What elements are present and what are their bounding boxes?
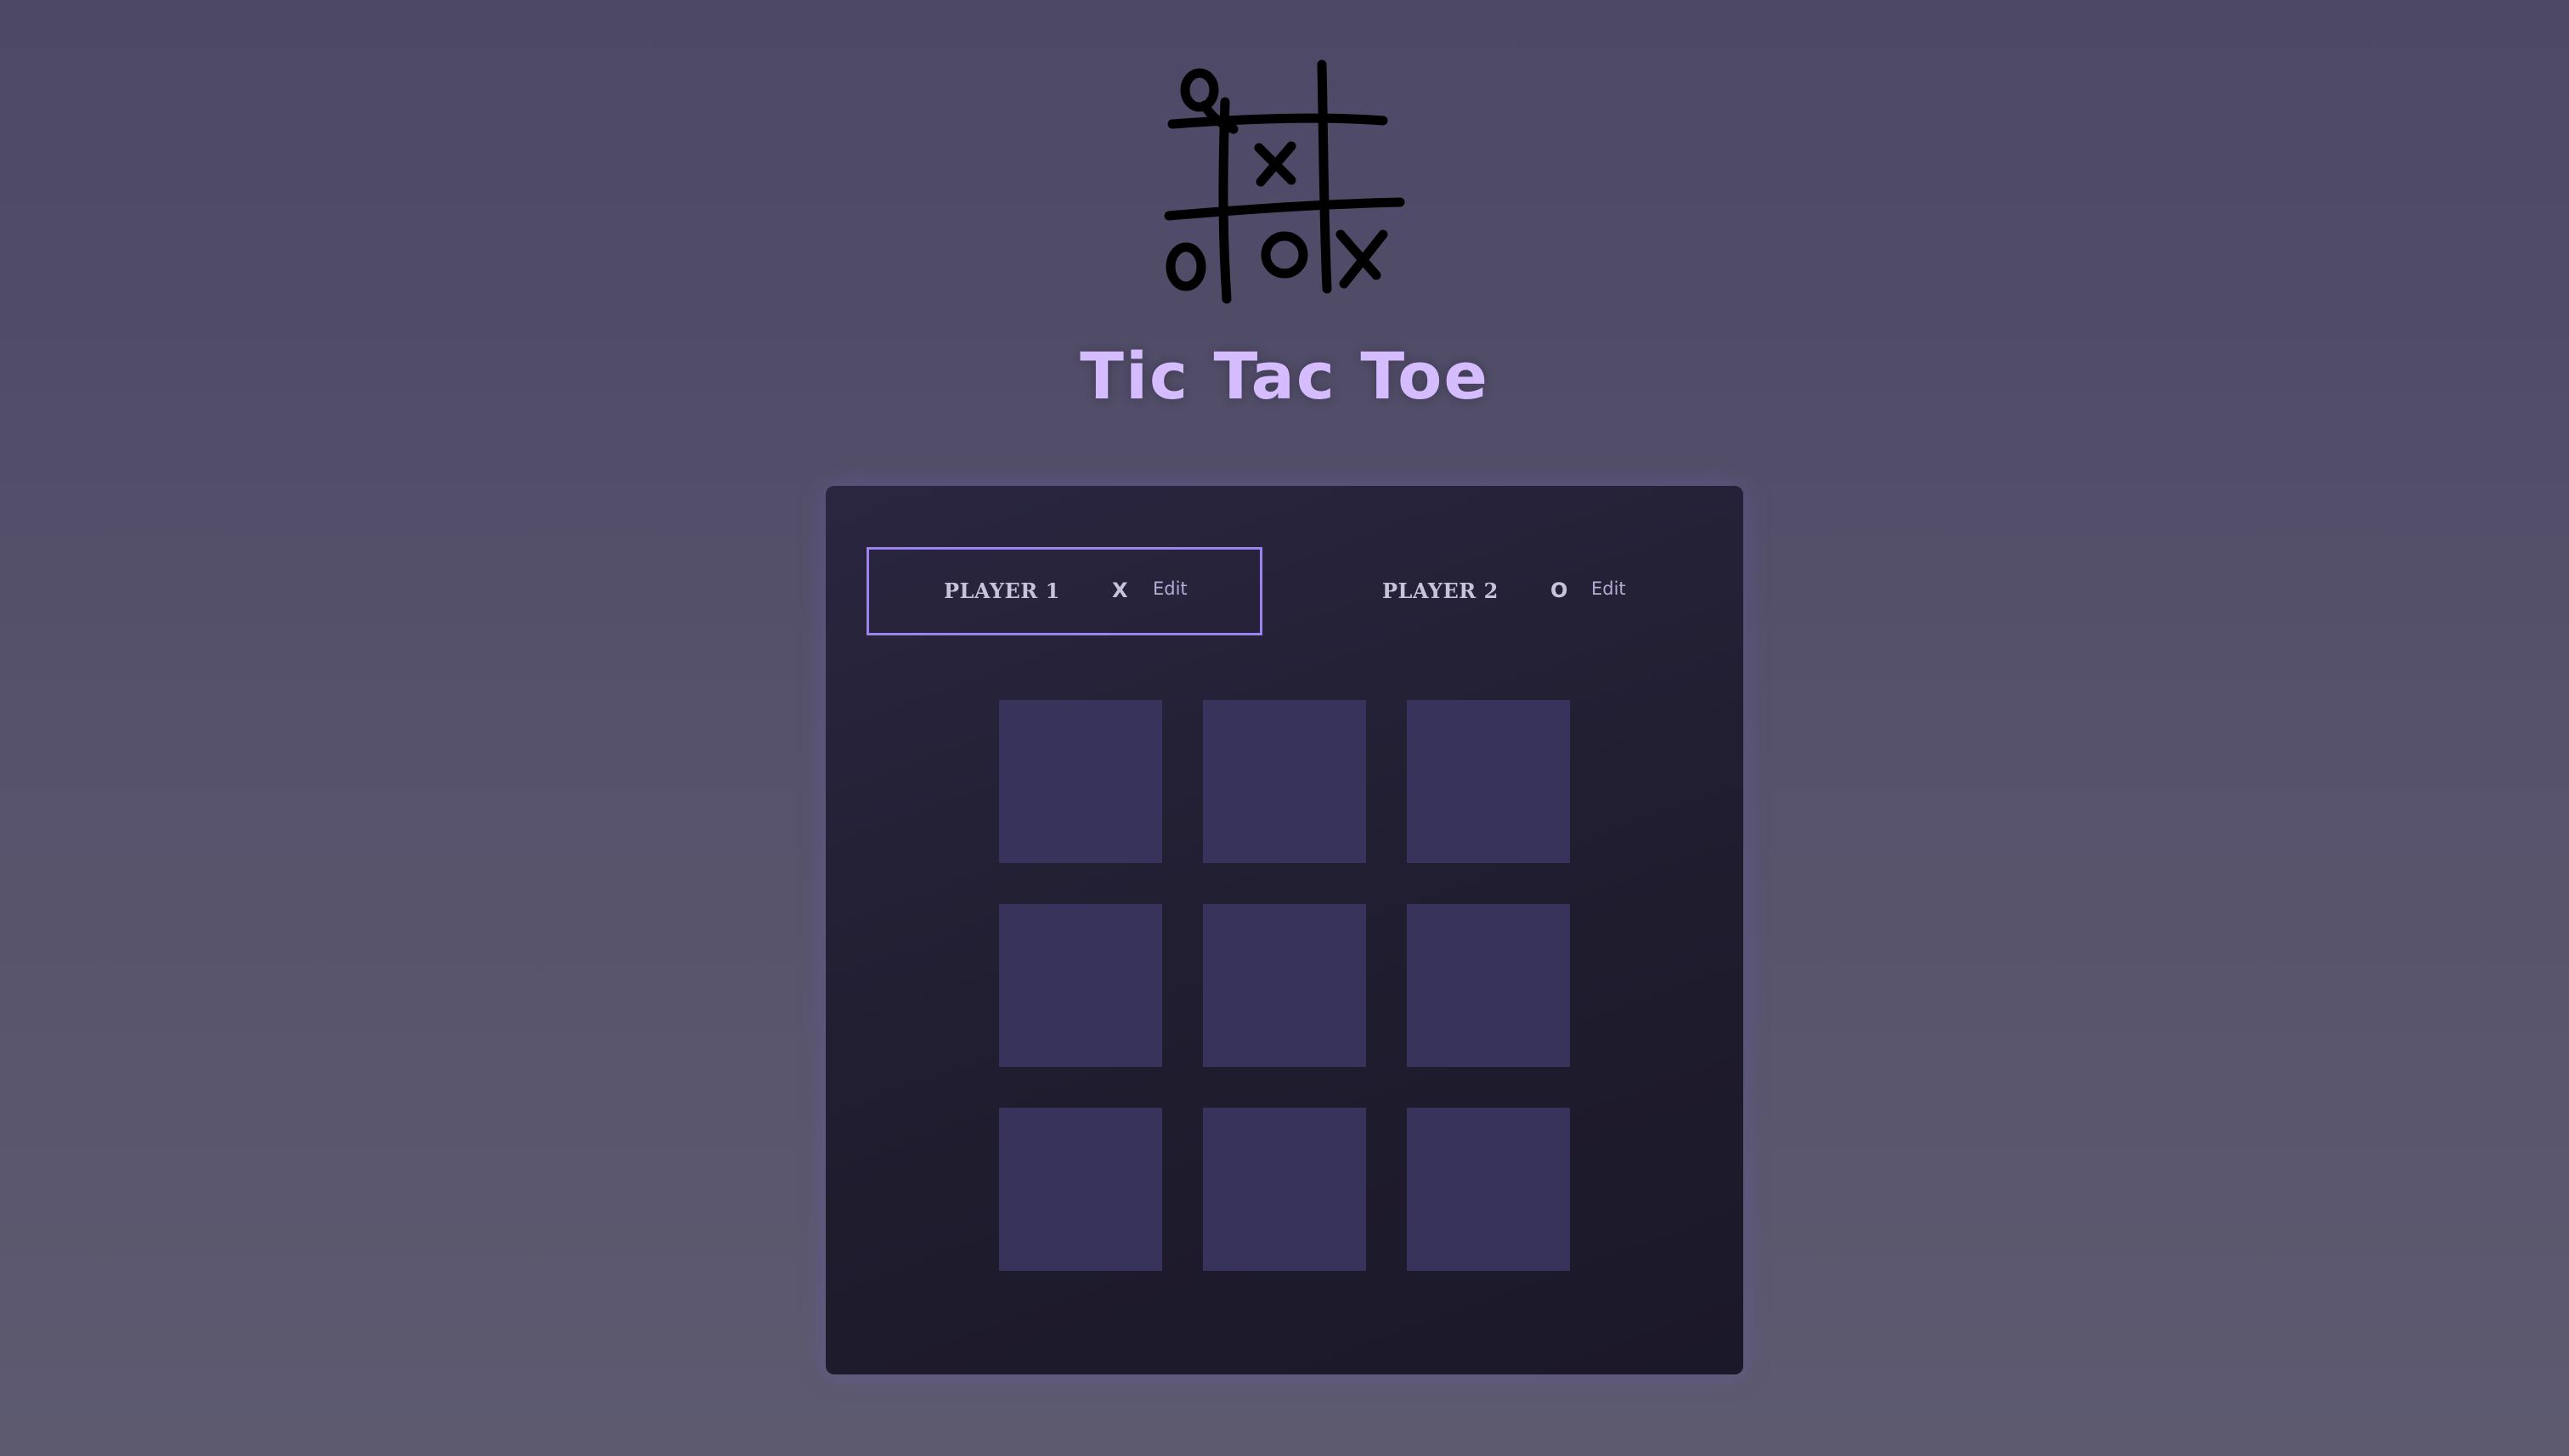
board-cell-4[interactable] xyxy=(999,904,1162,1067)
game-container: PLAYER 1 X Edit PLAYER 2 O Edit xyxy=(826,486,1743,1374)
player-1-name: PLAYER 1 xyxy=(944,578,1060,603)
board-cell-1[interactable] xyxy=(999,700,1162,863)
player-1-symbol: X xyxy=(1112,578,1128,602)
player-1-card: PLAYER 1 X Edit xyxy=(867,547,1262,635)
board-cell-6[interactable] xyxy=(1407,904,1570,1067)
player-2-card: PLAYER 2 O Edit xyxy=(1305,547,1701,635)
board-cell-9[interactable] xyxy=(1407,1108,1570,1271)
player-2-edit-button[interactable]: Edit xyxy=(1591,578,1626,599)
page-title: Tic Tac Toe xyxy=(1080,338,1489,414)
board-cell-2[interactable] xyxy=(1203,700,1366,863)
tic-tac-toe-logo-icon xyxy=(1164,59,1405,304)
board-cell-7[interactable] xyxy=(999,1108,1162,1271)
page-header: Tic Tac Toe xyxy=(0,0,2569,476)
player-2-name: PLAYER 2 xyxy=(1382,578,1499,603)
board-cell-8[interactable] xyxy=(1203,1108,1366,1271)
players-bar: PLAYER 1 X Edit PLAYER 2 O Edit xyxy=(867,547,1702,639)
player-1-edit-button[interactable]: Edit xyxy=(1153,578,1188,599)
player-2-symbol: O xyxy=(1550,578,1568,602)
game-board xyxy=(999,700,1570,1271)
board-cell-5[interactable] xyxy=(1203,904,1366,1067)
board-cell-3[interactable] xyxy=(1407,700,1570,863)
